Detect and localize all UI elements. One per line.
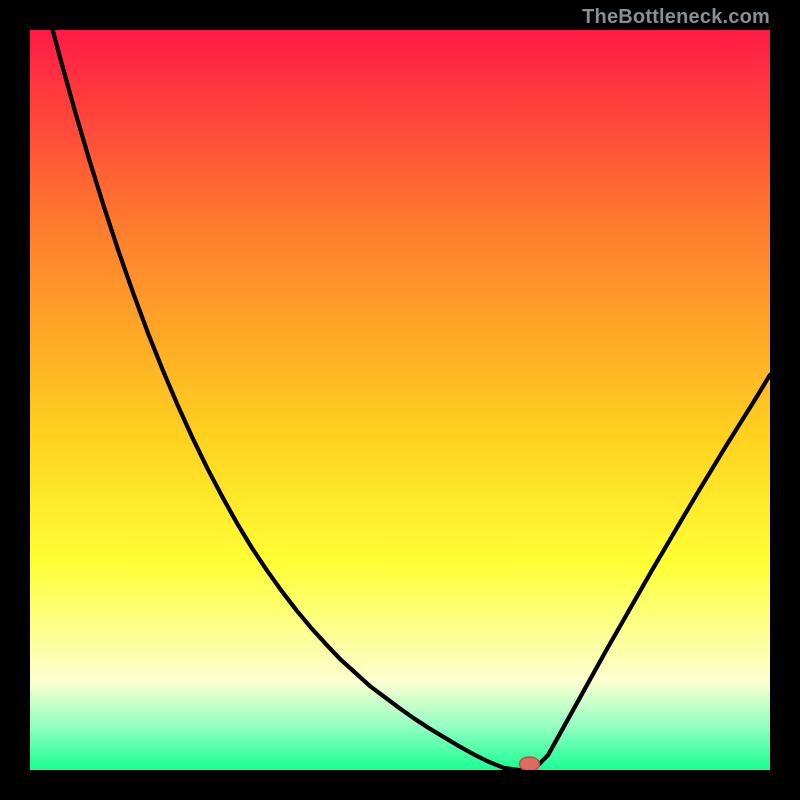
watermark-text: TheBottleneck.com <box>582 6 770 29</box>
gradient-background <box>30 30 770 770</box>
chart-frame: TheBottleneck.com <box>0 0 800 800</box>
plot-area <box>30 30 770 770</box>
optimal-marker <box>520 757 540 770</box>
chart-svg <box>30 30 770 770</box>
